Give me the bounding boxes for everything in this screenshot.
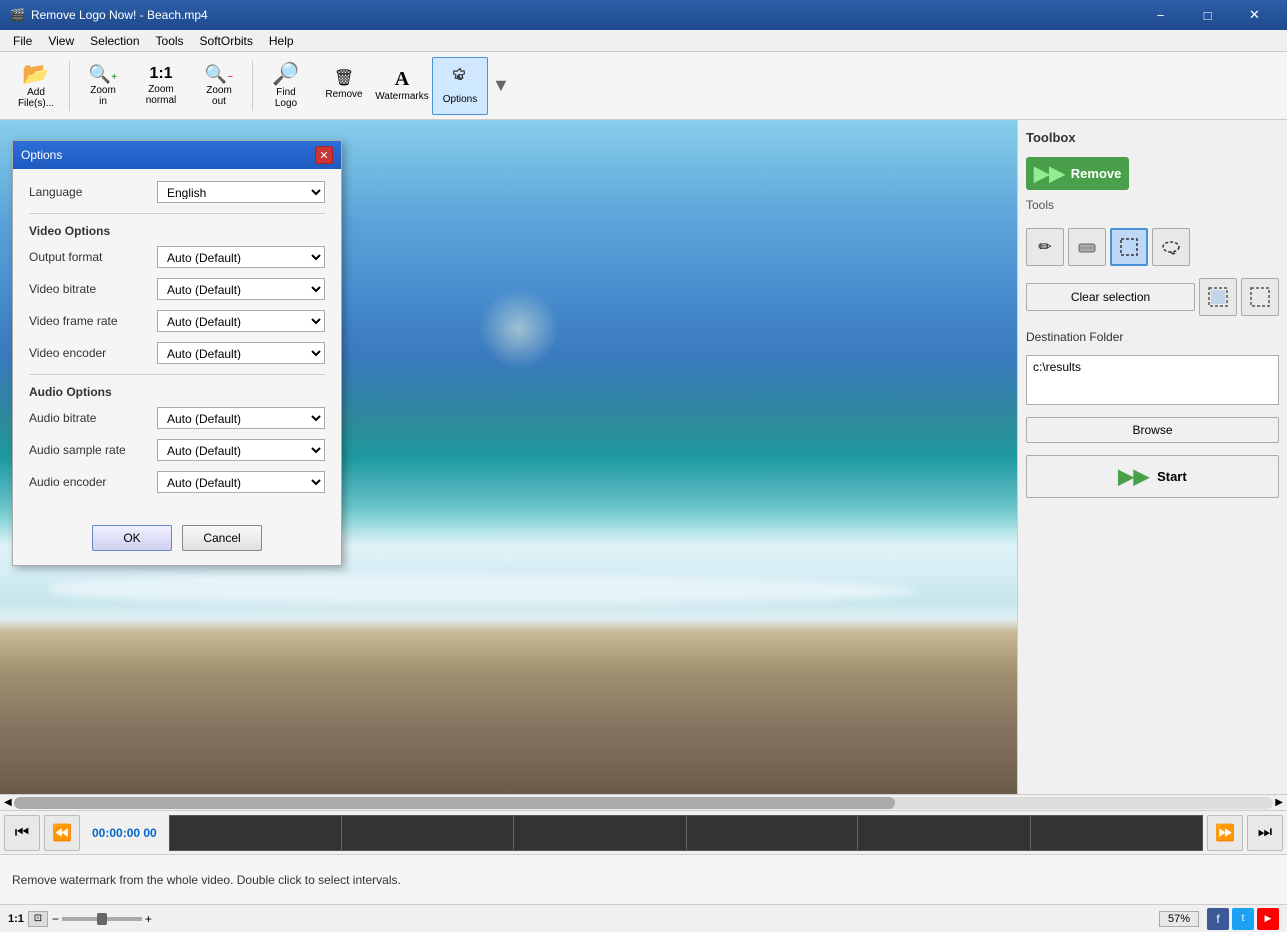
dialog-titlebar: Options ✕: [13, 141, 341, 169]
video-frame-rate-field: Video frame rate Auto (Default) 24 fps 2…: [29, 310, 325, 332]
audio-bitrate-label: Audio bitrate: [29, 411, 149, 425]
audio-bitrate-select[interactable]: Auto (Default) 128 kbps 192 kbps 320 kbp…: [157, 407, 325, 429]
dialog-title: Options: [21, 148, 62, 162]
audio-sample-rate-select[interactable]: Auto (Default) 22050 Hz 44100 Hz 48000 H…: [157, 439, 325, 461]
video-frame-rate-label: Video frame rate: [29, 314, 149, 328]
options-dialog: Options ✕ Language English German French…: [12, 140, 342, 566]
dialog-separator-1: [29, 213, 325, 214]
language-field: Language English German French Spanish R…: [29, 181, 325, 203]
audio-encoder-select[interactable]: Auto (Default) AAC MP3 AC3: [157, 471, 325, 493]
video-encoder-select[interactable]: Auto (Default) H.264 H.265 MPEG-4: [157, 342, 325, 364]
output-format-field: Output format Auto (Default) AVI MP4 MOV: [29, 246, 325, 268]
video-bitrate-select[interactable]: Auto (Default) 1000 kbps 2000 kbps 4000 …: [157, 278, 325, 300]
dialog-buttons: OK Cancel: [13, 515, 341, 565]
ok-button[interactable]: OK: [92, 525, 172, 551]
video-bitrate-field: Video bitrate Auto (Default) 1000 kbps 2…: [29, 278, 325, 300]
audio-bitrate-field: Audio bitrate Auto (Default) 128 kbps 19…: [29, 407, 325, 429]
language-label: Language: [29, 185, 149, 199]
language-select[interactable]: English German French Spanish Russian: [157, 181, 325, 203]
dialog-body: Language English German French Spanish R…: [13, 169, 341, 515]
dialog-separator-2: [29, 374, 325, 375]
dialog-close-button[interactable]: ✕: [315, 146, 333, 164]
cancel-button[interactable]: Cancel: [182, 525, 262, 551]
output-format-label: Output format: [29, 250, 149, 264]
audio-sample-rate-field: Audio sample rate Auto (Default) 22050 H…: [29, 439, 325, 461]
audio-sample-rate-label: Audio sample rate: [29, 443, 149, 457]
dialog-overlay: Options ✕ Language English German French…: [0, 0, 1287, 932]
audio-encoder-label: Audio encoder: [29, 475, 149, 489]
video-bitrate-label: Video bitrate: [29, 282, 149, 296]
audio-options-section: Audio Options: [29, 385, 325, 399]
audio-encoder-field: Audio encoder Auto (Default) AAC MP3 AC3: [29, 471, 325, 493]
video-options-section: Video Options: [29, 224, 325, 238]
video-frame-rate-select[interactable]: Auto (Default) 24 fps 25 fps 30 fps: [157, 310, 325, 332]
output-format-select[interactable]: Auto (Default) AVI MP4 MOV: [157, 246, 325, 268]
video-encoder-label: Video encoder: [29, 346, 149, 360]
video-encoder-field: Video encoder Auto (Default) H.264 H.265…: [29, 342, 325, 364]
